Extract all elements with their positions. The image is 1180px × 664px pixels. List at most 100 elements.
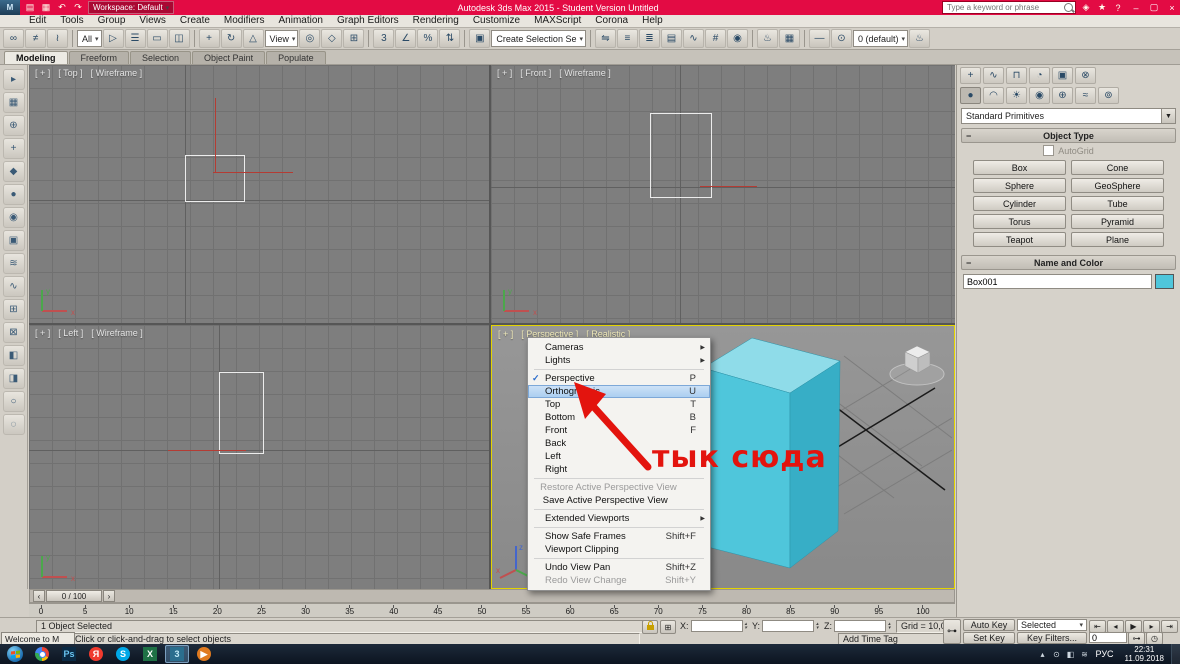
- menu-item-redo-view-change[interactable]: Redo View ChangeShift+Y: [528, 574, 710, 587]
- track-bar[interactable]: 0510152025303540455055606570758085909510…: [29, 603, 955, 617]
- left-toolbar-icon[interactable]: ◧: [3, 345, 25, 366]
- tray-icon[interactable]: ⊙: [1052, 650, 1062, 659]
- key-filters-button[interactable]: Key Filters...: [1017, 632, 1087, 644]
- menu-tools[interactable]: Tools: [53, 15, 90, 27]
- space-warps-category-icon[interactable]: ≈: [1075, 87, 1096, 104]
- select-and-manipulate-icon[interactable]: ◇: [321, 29, 342, 48]
- z-coordinate-field[interactable]: [834, 620, 886, 632]
- cameras-category-icon[interactable]: ◉: [1029, 87, 1050, 104]
- spinner-icon[interactable]: ▴▾: [888, 622, 891, 630]
- tray-icon[interactable]: ◧: [1066, 650, 1076, 659]
- named-selection-set-dropdown[interactable]: Create Selection Se▾: [491, 30, 586, 47]
- menu-item-lights[interactable]: Lights▶: [528, 354, 710, 367]
- viewport-menu-plus[interactable]: [ + ]: [497, 68, 512, 78]
- ribbon-tab-populate[interactable]: Populate: [266, 51, 326, 64]
- mirror-icon[interactable]: ⇋: [595, 29, 616, 48]
- viewport-menu-plus[interactable]: [ + ]: [35, 328, 50, 338]
- viewport-left[interactable]: [ + ] [ Left ] [ Wireframe ] x y: [29, 325, 489, 589]
- tray-icon[interactable]: ≋: [1080, 650, 1090, 659]
- select-and-link-icon[interactable]: ∞: [3, 29, 24, 48]
- search-input[interactable]: [945, 2, 1064, 13]
- object-name-field[interactable]: [963, 274, 1152, 289]
- motion-tab-icon[interactable]: ◔: [1029, 67, 1050, 84]
- language-indicator[interactable]: РУС: [1092, 649, 1118, 659]
- primitive-button-plane[interactable]: Plane: [1071, 232, 1164, 247]
- maximize-button[interactable]: ▢: [1146, 1, 1162, 14]
- viewport-menu-shading[interactable]: [ Wireframe ]: [91, 328, 143, 338]
- create-tab-icon[interactable]: +: [960, 67, 981, 84]
- redo-icon[interactable]: ↷: [71, 2, 85, 14]
- menu-group[interactable]: Group: [91, 15, 133, 27]
- close-button[interactable]: ×: [1164, 1, 1180, 14]
- viewport-menu-plus[interactable]: [ + ]: [498, 329, 513, 339]
- left-toolbar-icon[interactable]: ○: [3, 391, 25, 412]
- primitive-category-dropdown[interactable]: Standard Primitives ▼: [961, 108, 1176, 124]
- menu-views[interactable]: Views: [132, 15, 173, 27]
- helpers-category-icon[interactable]: ⊕: [1052, 87, 1073, 104]
- show-desktop-button[interactable]: [1171, 644, 1180, 664]
- name-color-rollout[interactable]: − Name and Color: [961, 255, 1176, 270]
- autogrid-checkbox[interactable]: [1043, 145, 1054, 156]
- undo-icon[interactable]: ↶: [55, 2, 69, 14]
- select-by-name-icon[interactable]: ☰: [125, 29, 146, 48]
- primitive-button-torus[interactable]: Torus: [973, 214, 1066, 229]
- render-setup-icon[interactable]: ♨: [757, 29, 778, 48]
- render-preset-dropdown[interactable]: 0 (default)▾: [853, 30, 908, 47]
- left-toolbar-icon[interactable]: ∿: [3, 276, 25, 297]
- ribbon-tab-freeform[interactable]: Freeform: [69, 51, 130, 64]
- menu-item-restore-active-perspective-view[interactable]: Restore Active Perspective View: [528, 481, 710, 494]
- left-toolbar-icon[interactable]: ◨: [3, 368, 25, 389]
- menu-graph-editors[interactable]: Graph Editors: [330, 15, 406, 27]
- skype-icon[interactable]: S: [111, 645, 135, 663]
- object-type-rollout[interactable]: − Object Type: [961, 128, 1176, 143]
- menu-customize[interactable]: Customize: [466, 15, 527, 27]
- left-toolbar-icon[interactable]: ▣: [3, 230, 25, 251]
- communication-center-icon[interactable]: ◈: [1079, 2, 1093, 14]
- y-coordinate-field[interactable]: [762, 620, 814, 632]
- set-key-button[interactable]: Set Key: [963, 632, 1015, 644]
- spinner-snap-icon[interactable]: ⇅: [439, 29, 460, 48]
- favorites-icon[interactable]: ★: [1095, 2, 1109, 14]
- ribbon-tab-modeling[interactable]: Modeling: [4, 51, 68, 64]
- menu-create[interactable]: Create: [173, 15, 217, 27]
- viewport-top[interactable]: [ + ] [ Top ] [ Wireframe ] x y: [29, 65, 489, 323]
- primitive-button-cone[interactable]: Cone: [1071, 160, 1164, 175]
- search-icon[interactable]: [1064, 3, 1073, 12]
- selection-set-dropdown[interactable]: Selected ▾: [1017, 619, 1087, 631]
- viewport-menu-view[interactable]: [ Left ]: [58, 328, 83, 338]
- use-pivot-center-icon[interactable]: ◎: [299, 29, 320, 48]
- left-toolbar-icon[interactable]: ▸: [3, 69, 25, 90]
- left-toolbar-icon[interactable]: ◉: [3, 207, 25, 228]
- menu-item-cameras[interactable]: Cameras▶: [528, 341, 710, 354]
- modify-tab-icon[interactable]: ∿: [983, 67, 1004, 84]
- select-and-move-icon[interactable]: +: [199, 29, 220, 48]
- viewport-menu-view[interactable]: [ Front ]: [520, 68, 551, 78]
- primitive-button-pyramid[interactable]: Pyramid: [1071, 214, 1164, 229]
- next-frame-arrow[interactable]: ›: [103, 590, 115, 602]
- material-editor-icon[interactable]: ◉: [727, 29, 748, 48]
- utilities-tab-icon[interactable]: ⊗: [1075, 67, 1096, 84]
- left-toolbar-icon[interactable]: ⊠: [3, 322, 25, 343]
- menu-item-show-safe-frames[interactable]: Show Safe FramesShift+F: [528, 530, 710, 543]
- keyboard-override-icon[interactable]: ⊞: [343, 29, 364, 48]
- left-toolbar-icon[interactable]: ⊕: [3, 115, 25, 136]
- bind-to-space-warp-icon[interactable]: ≀: [47, 29, 68, 48]
- edit-selection-sets-icon[interactable]: ▣: [469, 29, 490, 48]
- primitive-button-cylinder[interactable]: Cylinder: [973, 196, 1066, 211]
- ribbon-tab-selection[interactable]: Selection: [130, 51, 191, 64]
- hierarchy-tab-icon[interactable]: ⊓: [1006, 67, 1027, 84]
- lighting-dash-icon[interactable]: —: [809, 29, 830, 48]
- viewport-front[interactable]: [ + ] [ Front ] [ Wireframe ] x y: [491, 65, 955, 323]
- spinner-icon[interactable]: ▴▾: [816, 622, 819, 630]
- curve-editor-icon[interactable]: ∿: [683, 29, 704, 48]
- primitive-button-teapot[interactable]: Teapot: [973, 232, 1066, 247]
- lights-category-icon[interactable]: ☀: [1006, 87, 1027, 104]
- window-crossing-icon[interactable]: ◫: [169, 29, 190, 48]
- primitive-button-box[interactable]: Box: [973, 160, 1066, 175]
- viewport-menu-shading[interactable]: [ Wireframe ]: [559, 68, 611, 78]
- open-file-icon[interactable]: ▤: [23, 2, 37, 14]
- chrome-icon[interactable]: [30, 645, 54, 663]
- left-toolbar-icon[interactable]: +: [3, 138, 25, 159]
- systems-category-icon[interactable]: ⊚: [1098, 87, 1119, 104]
- app-logo-icon[interactable]: M: [0, 0, 20, 15]
